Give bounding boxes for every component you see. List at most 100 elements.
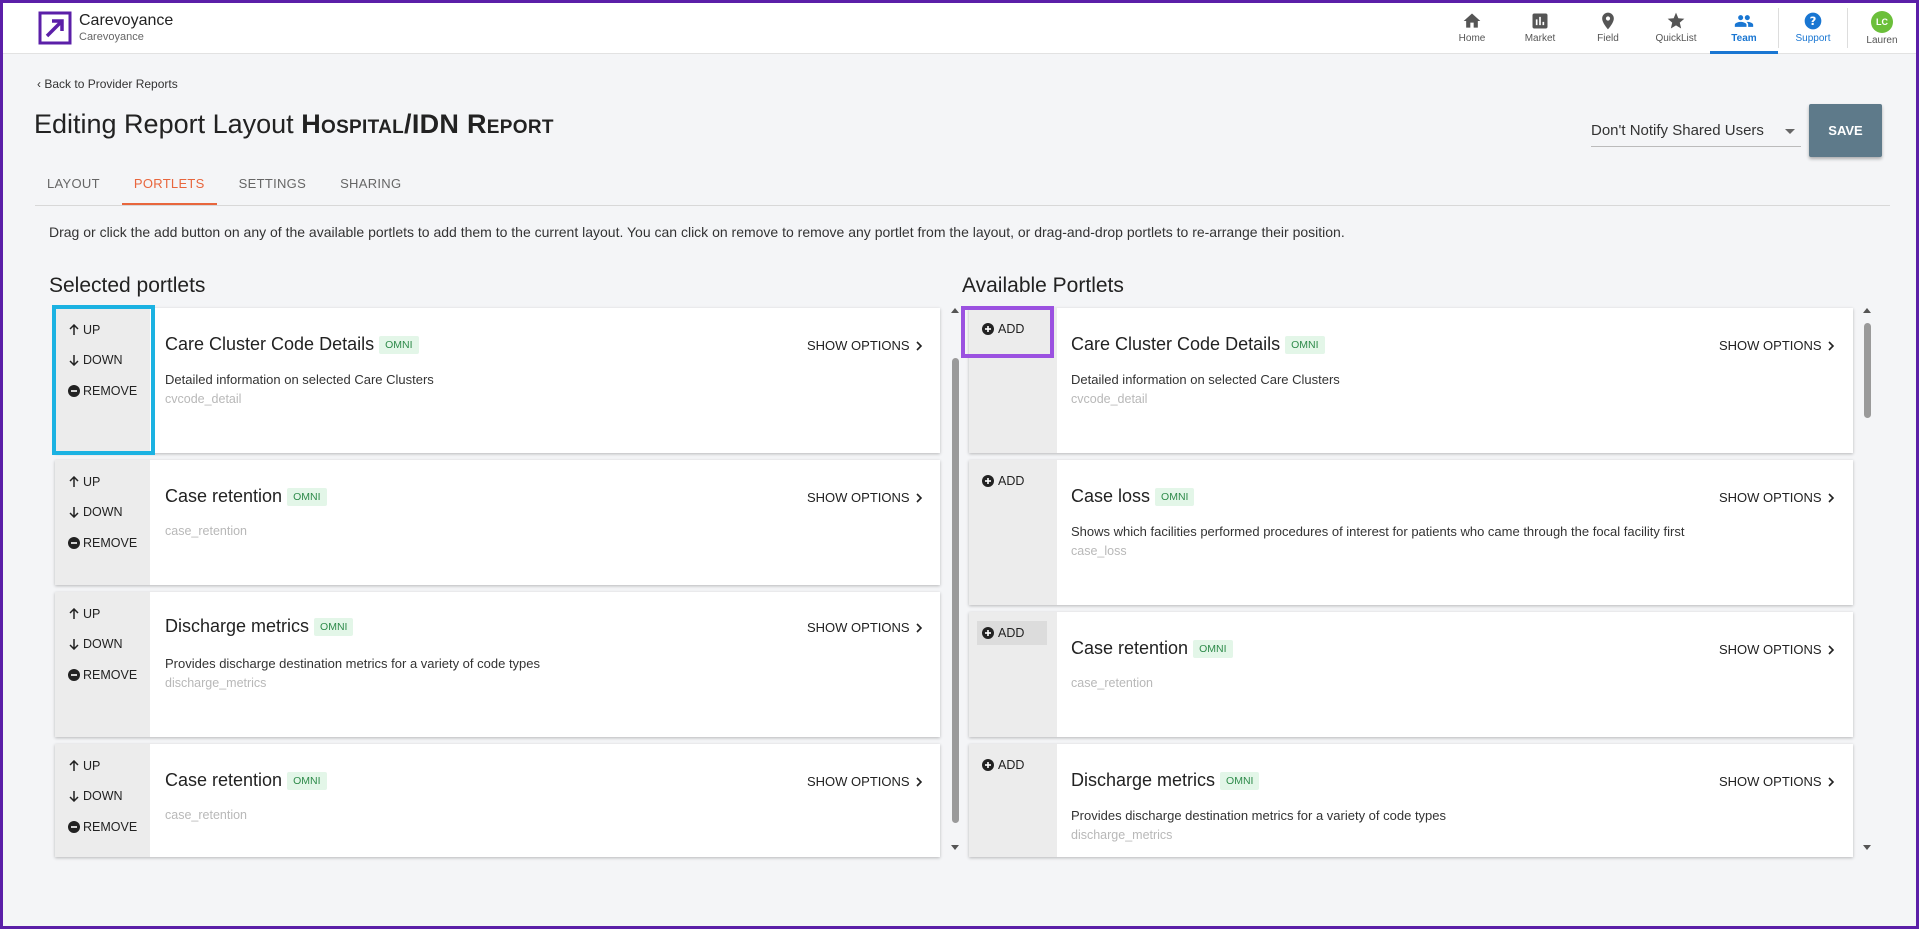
show-options-button[interactable]: SHOW OPTIONS [1719, 774, 1836, 789]
show-options-button[interactable]: SHOW OPTIONS [807, 338, 924, 353]
nav-label: Field [1597, 33, 1619, 44]
arrow-up-icon [69, 608, 79, 619]
scroll-up-arrow-icon[interactable] [1863, 308, 1871, 313]
back-link[interactable]: ‹ Back to Provider Reports [37, 77, 178, 91]
move-up-button[interactable]: UP [68, 607, 100, 621]
nav-item-field[interactable]: Field [1574, 3, 1642, 54]
portlet-title: Case retention OMNI [1071, 638, 1233, 659]
portlet-code: cvcode_detail [1071, 392, 1148, 406]
nav-label: Team [1731, 33, 1757, 44]
add-button[interactable]: ADD [977, 753, 1047, 777]
omni-badge: OMNI [1193, 640, 1233, 658]
nav-item-home[interactable]: Home [1438, 3, 1506, 54]
scroll-thumb[interactable] [1864, 323, 1871, 418]
tab-divider [35, 205, 1890, 206]
available-portlet-card[interactable]: ADD Care Cluster Code Details OMNI SHOW O… [969, 308, 1853, 453]
portlet-title: Care Cluster Code Details OMNI [165, 334, 419, 355]
portlet-title: Care Cluster Code Details OMNI [1071, 334, 1325, 355]
tab-portlets[interactable]: PORTLETS [121, 164, 217, 205]
bar-chart-icon [1532, 13, 1548, 29]
report-name: Hospital/IDN Report [301, 109, 554, 139]
move-down-button[interactable]: DOWN [68, 637, 123, 651]
highlight-box [961, 306, 1054, 358]
plus-circle-icon [982, 475, 994, 487]
omni-badge: OMNI [1285, 336, 1325, 354]
selected-scrollbar[interactable] [948, 308, 962, 850]
selected-portlet-card[interactable]: UP DOWN REMOVE Discharge metrics OMNI SHO… [55, 592, 940, 737]
show-options-button[interactable]: SHOW OPTIONS [1719, 642, 1836, 657]
nav-item-user[interactable]: LC Lauren [1848, 3, 1916, 54]
scroll-down-arrow-icon[interactable] [951, 845, 959, 850]
portlet-code: case_loss [1071, 544, 1127, 558]
save-button[interactable]: SAVE [1809, 104, 1882, 157]
move-down-button[interactable]: DOWN [68, 789, 123, 803]
show-options-button[interactable]: SHOW OPTIONS [1719, 338, 1836, 353]
nav-item-market[interactable]: Market [1506, 3, 1574, 54]
show-options-button[interactable]: SHOW OPTIONS [807, 490, 924, 505]
tab-layout[interactable]: LAYOUT [35, 164, 112, 204]
show-options-button[interactable]: SHOW OPTIONS [1719, 490, 1836, 505]
map-pin-icon [1602, 12, 1614, 30]
arrow-down-icon [69, 791, 79, 802]
selected-portlet-card[interactable]: UP DOWN REMOVE Case retention OMNI SHOW O… [55, 460, 940, 585]
move-up-button[interactable]: UP [68, 759, 100, 773]
add-button[interactable]: ADD [977, 621, 1047, 645]
move-up-button[interactable]: UP [68, 475, 100, 489]
selected-portlet-card[interactable]: UP DOWN REMOVE Case retention OMNI SHOW O… [55, 744, 940, 857]
chevron-right-icon [1827, 492, 1834, 503]
portlet-code: discharge_metrics [1071, 828, 1173, 842]
scroll-down-arrow-icon[interactable] [1863, 845, 1871, 850]
nav-label: Lauren [1866, 35, 1898, 46]
remove-button[interactable]: REMOVE [68, 820, 137, 834]
remove-button[interactable]: REMOVE [68, 668, 137, 682]
tab-bar: LAYOUT PORTLETS SETTINGS SHARING [35, 164, 423, 205]
chevron-right-icon [1827, 340, 1834, 351]
portlet-code: discharge_metrics [165, 676, 267, 690]
portlet-code: case_retention [1071, 676, 1154, 690]
arrow-down-icon [69, 639, 79, 650]
portlet-description: Detailed information on selected Care Cl… [165, 372, 434, 387]
portlet-code: case_retention [165, 524, 248, 538]
nav-label: Market [1524, 33, 1556, 44]
tab-settings[interactable]: SETTINGS [227, 164, 318, 204]
notify-select[interactable]: Don't Notify Shared Users [1591, 117, 1801, 147]
portlet-code: case_retention [165, 808, 248, 822]
available-portlet-card[interactable]: ADD Discharge metrics OMNI SHOW OPTIONS P… [969, 744, 1853, 857]
portlet-title: Case retention OMNI [165, 770, 327, 791]
portlet-description: Provides discharge destination metrics f… [1071, 808, 1447, 823]
show-options-button[interactable]: SHOW OPTIONS [807, 774, 924, 789]
main-nav: Home Market Field QuickList Team ? Suppo… [1438, 3, 1916, 54]
portlet-description: Shows which facilities performed procedu… [1071, 524, 1685, 539]
scroll-up-arrow-icon[interactable] [951, 308, 959, 313]
chevron-right-icon [1827, 644, 1834, 655]
portlet-title: Discharge metrics OMNI [1071, 770, 1260, 791]
tab-sharing[interactable]: SHARING [328, 164, 413, 204]
plus-circle-icon [982, 627, 994, 639]
add-button[interactable]: ADD [977, 469, 1047, 493]
selected-portlet-card[interactable]: UP DOWN REMOVE Care Cluster Code Details… [55, 308, 940, 453]
chevron-right-icon [915, 776, 922, 787]
available-scrollbar[interactable] [1860, 308, 1874, 850]
nav-item-support[interactable]: ? Support [1779, 3, 1847, 54]
nav-item-quicklist[interactable]: QuickList [1642, 3, 1710, 54]
remove-button[interactable]: REMOVE [68, 536, 137, 550]
brand-subtitle: Carevoyance [79, 31, 144, 43]
scroll-thumb[interactable] [952, 358, 959, 823]
show-options-button[interactable]: SHOW OPTIONS [807, 620, 924, 635]
portlet-description: Provides discharge destination metrics f… [165, 656, 541, 671]
nav-item-team[interactable]: Team [1710, 3, 1778, 54]
caret-down-icon [1785, 129, 1795, 134]
carevoyance-logo-icon[interactable] [38, 11, 72, 45]
plus-circle-icon [982, 759, 994, 771]
star-icon [1667, 12, 1685, 29]
chevron-right-icon [915, 340, 922, 351]
people-icon [1734, 15, 1754, 27]
help-circle-icon: ? [1804, 12, 1822, 30]
brand-name: Carevoyance [79, 12, 174, 29]
omni-badge: OMNI [1220, 772, 1260, 790]
available-portlet-card[interactable]: ADD Case loss OMNI SHOW OPTIONS Shows whi… [969, 460, 1853, 605]
arrow-up-icon [69, 760, 79, 771]
move-down-button[interactable]: DOWN [68, 505, 123, 519]
available-portlet-card[interactable]: ADD Case retention OMNI SHOW OPTIONS case… [969, 612, 1853, 737]
notify-select-value: Don't Notify Shared Users [1591, 122, 1764, 139]
